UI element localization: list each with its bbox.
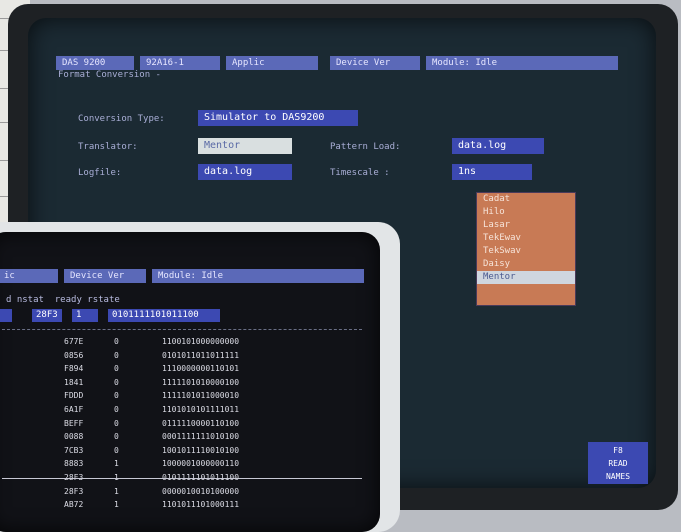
- nstat-cell: 7CB3: [64, 445, 84, 455]
- rstate-cell: 0101111101011100: [162, 472, 240, 482]
- device-ver-field[interactable]: Device Ver: [64, 269, 146, 283]
- nstat-cell: BEFF: [64, 418, 84, 428]
- conversion-type-label: Conversion Type:: [78, 114, 165, 124]
- current-rstate-cell: 0101111101011100: [108, 309, 220, 322]
- timescale-label: Timescale :: [330, 168, 390, 178]
- ready-cell: 1: [114, 500, 119, 510]
- translator-label: Translator:: [78, 142, 138, 152]
- translator-dropdown[interactable]: Cadat Hilo Lasar TekEwav TekSwav Daisy M…: [476, 192, 576, 306]
- translator-option[interactable]: TekSwav: [477, 245, 575, 258]
- table-row: 0088 0 0001111111010100: [0, 430, 380, 444]
- nstat-cell: 6A1F: [64, 404, 84, 414]
- table-row: AB72 1 1101011101000111: [0, 498, 380, 512]
- ready-cell: 0: [114, 432, 119, 442]
- state-table: 677E 0 1100101000000000 0856 0 0101011011011…: [0, 335, 380, 512]
- ready-cell: 0: [114, 445, 119, 455]
- rstate-cell: 0101011011011111: [162, 350, 240, 360]
- current-nstat-cell: 28F3: [32, 309, 62, 322]
- translator-select[interactable]: Mentor: [198, 138, 292, 154]
- ready-cell: 1: [114, 486, 119, 496]
- conversion-type-select[interactable]: Simulator to DAS9200: [198, 110, 358, 126]
- nstat-cell: 8883: [64, 459, 84, 469]
- f8-key-label: F8: [613, 446, 623, 455]
- translator-option-selected[interactable]: Mentor: [477, 271, 575, 284]
- rstate-cell: 1100101000000000: [162, 337, 240, 346]
- rstate-cell: 1001011110010100: [162, 445, 240, 455]
- pattern-load-input[interactable]: data.log: [452, 138, 544, 154]
- rstate-cell: 1111101011000010: [162, 391, 240, 401]
- translator-option[interactable]: TekEwav: [477, 232, 575, 245]
- table-row: 6A1F 0 1101010101111011: [0, 403, 380, 417]
- front-monitor: ic Device Ver Module: Idle d nstat ready…: [0, 222, 400, 532]
- f8-line1: READ: [608, 459, 628, 468]
- applic-field[interactable]: Applic: [226, 56, 318, 70]
- nstat-cell: 1841: [64, 377, 84, 387]
- translator-option[interactable]: Cadat: [477, 193, 575, 206]
- nstat-cell: AB72: [64, 500, 84, 510]
- card-id-field: 92A16-1: [140, 56, 220, 70]
- translator-option[interactable]: Lasar: [477, 219, 575, 232]
- nstat-cell: 28F3: [64, 472, 84, 482]
- front-screen: ic Device Ver Module: Idle d nstat ready…: [0, 232, 380, 532]
- table-row: 8883 1 1000001000000110: [0, 457, 380, 471]
- current-ready-cell: 1: [72, 309, 98, 322]
- ready-cell: 0: [114, 391, 119, 401]
- f8-line2: NAMES: [605, 472, 631, 481]
- section-title: Format Conversion -: [58, 70, 161, 80]
- ready-cell: 0: [114, 337, 119, 346]
- nstat-cell: 0856: [64, 350, 84, 360]
- logfile-label: Logfile:: [78, 168, 122, 178]
- timescale-input[interactable]: 1ns: [452, 164, 532, 180]
- f8-read-names-button[interactable]: F8 READ NAMES: [588, 442, 648, 484]
- module-status-field: Module: Idle: [426, 56, 618, 70]
- system-name-field: DAS 9200: [56, 56, 134, 70]
- nstat-cell: 677E: [64, 337, 84, 346]
- table-row: 0856 0 0101011011011111: [0, 349, 380, 363]
- current-value-cell: [0, 309, 12, 322]
- table-row: BEFF 0 0111110000110100: [0, 417, 380, 431]
- translator-option[interactable]: Daisy: [477, 258, 575, 271]
- rstate-cell: 0001111111010100: [162, 432, 240, 442]
- device-ver-field[interactable]: Device Ver: [330, 56, 420, 70]
- ready-cell: 1: [114, 459, 119, 469]
- rstate-cell: 0111110000110100: [162, 418, 240, 428]
- rstate-cell: 1111101010000100: [162, 377, 240, 387]
- table-row: 1841 0 1111101010000100: [0, 376, 380, 390]
- table-row: 7CB3 0 1001011110010100: [0, 444, 380, 458]
- table-row: FDDD 0 1111101011000010: [0, 389, 380, 403]
- ready-cell: 0: [114, 377, 119, 387]
- ready-cell: 0: [114, 404, 119, 414]
- table-header: d nstat ready rstate: [6, 295, 120, 305]
- pattern-load-label: Pattern Load:: [330, 142, 401, 152]
- logfile-input[interactable]: data.log: [198, 164, 292, 180]
- applic-field[interactable]: ic: [0, 269, 58, 283]
- table-row: 28F3 1 0000010010100000: [0, 485, 380, 499]
- rstate-cell: 1110000000110101: [162, 364, 240, 374]
- ready-cell: 0: [114, 350, 119, 360]
- rstate-cell: 1000001000000110: [162, 459, 240, 469]
- ready-cell: 0: [114, 418, 119, 428]
- nstat-cell: F894: [64, 364, 84, 374]
- rstate-cell: 0000010010100000: [162, 486, 240, 496]
- table-row-current: 28F3 1 0101111101011100: [0, 471, 380, 485]
- module-status-field: Module: Idle: [152, 269, 364, 283]
- nstat-cell: 0088: [64, 432, 84, 442]
- table-row: F894 0 1110000000110101: [0, 362, 380, 376]
- nstat-cell: FDDD: [64, 391, 84, 401]
- rstate-cell: 1101011101000111: [162, 500, 240, 510]
- nstat-cell: 28F3: [64, 486, 84, 496]
- translator-option[interactable]: Hilo: [477, 206, 575, 219]
- table-row: 677E 0 1100101000000000: [0, 335, 380, 349]
- table-divider: [2, 329, 362, 330]
- ready-cell: 1: [114, 472, 119, 482]
- ready-cell: 0: [114, 364, 119, 374]
- rstate-cell: 1101010101111011: [162, 404, 240, 414]
